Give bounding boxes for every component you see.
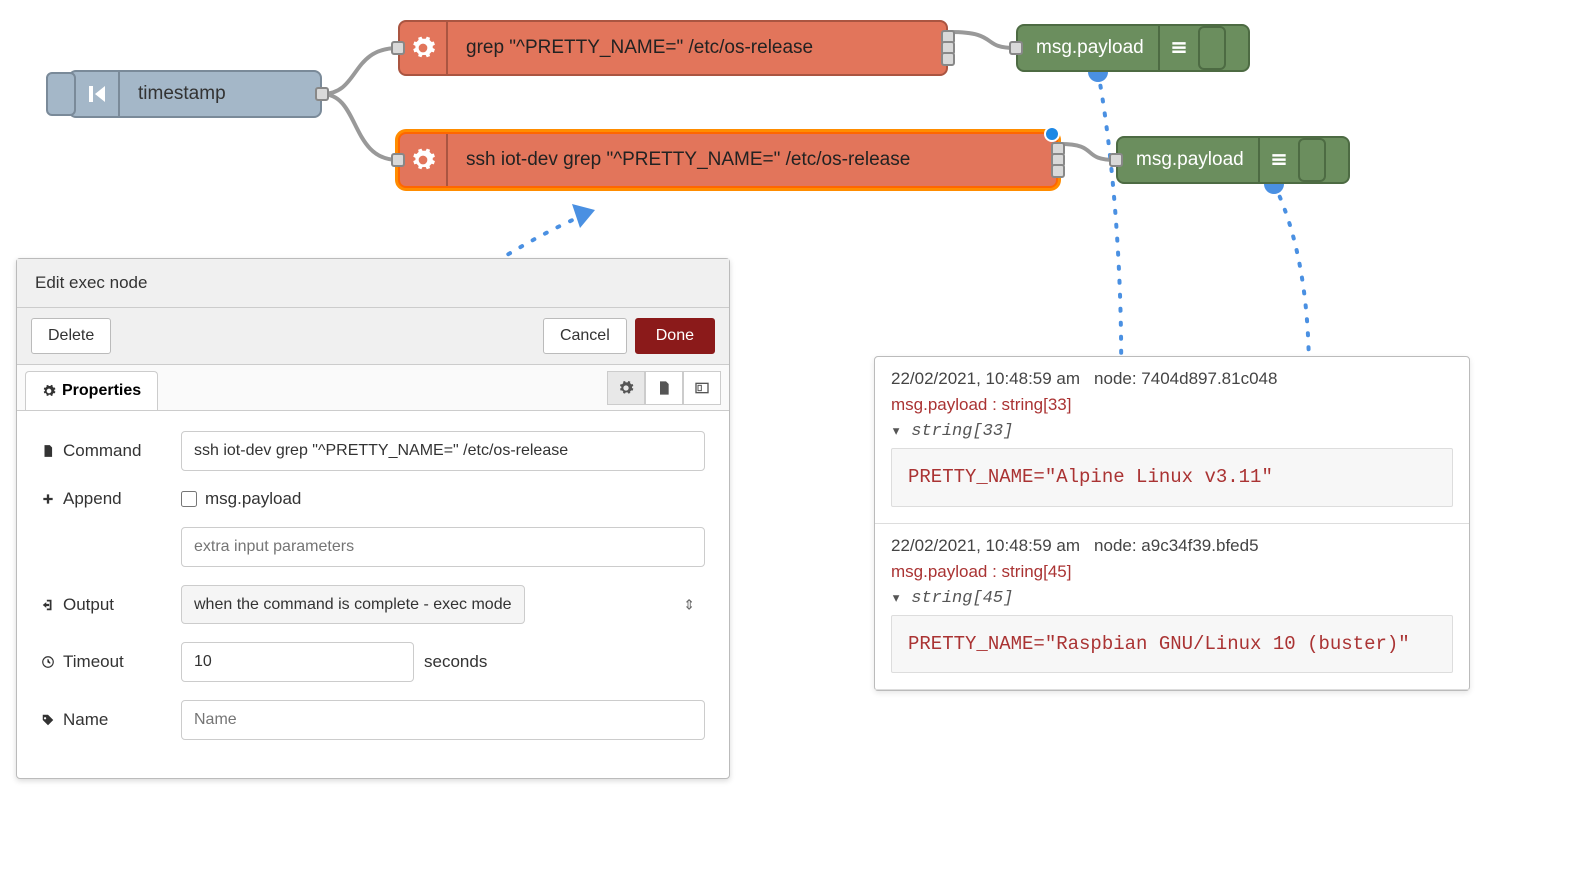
debug-node-2[interactable]: msg.payload xyxy=(1116,136,1350,184)
port-out-3[interactable] xyxy=(941,52,955,66)
debug-list-icon xyxy=(1158,26,1198,70)
debug-node-1[interactable]: msg.payload xyxy=(1016,24,1250,72)
debug-timestamp: 22/02/2021, 10:48:59 am xyxy=(891,536,1080,556)
inject-node[interactable]: timestamp xyxy=(68,70,322,118)
clock-icon xyxy=(41,655,55,669)
debug-toggle-button[interactable] xyxy=(1298,138,1326,182)
debug-sidebar: 22/02/2021, 10:48:59 am node: 7404d897.8… xyxy=(874,356,1470,691)
cancel-button[interactable]: Cancel xyxy=(543,318,627,354)
port-in[interactable] xyxy=(391,153,405,167)
exec-label: grep "^PRETTY_NAME=" /etc/os-release xyxy=(448,37,831,59)
timeout-input[interactable] xyxy=(181,642,414,682)
flow-canvas[interactable]: timestamp grep "^PRETTY_NAME=" /etc/os-r… xyxy=(0,0,1578,894)
debug-value: PRETTY_NAME="Raspbian GNU/Linux 10 (bust… xyxy=(891,615,1453,674)
port-in[interactable] xyxy=(1009,41,1023,55)
file-icon xyxy=(41,444,55,458)
debug-list-icon xyxy=(1258,138,1298,182)
extra-params-input[interactable] xyxy=(181,527,705,567)
gear-icon xyxy=(400,22,448,74)
signout-icon xyxy=(41,598,55,612)
debug-topic: msg.payload : string[33] xyxy=(891,395,1453,415)
debug-node-id: node: 7404d897.81c048 xyxy=(1094,369,1277,389)
port-out[interactable] xyxy=(315,87,329,101)
done-button[interactable]: Done xyxy=(635,318,715,354)
timeout-label: Timeout xyxy=(63,652,124,672)
node-changed-indicator xyxy=(1044,126,1060,142)
exec-label: ssh iot-dev grep "^PRETTY_NAME=" /etc/os… xyxy=(448,149,928,171)
tag-icon xyxy=(41,713,55,727)
tab-properties-label: Properties xyxy=(62,382,141,400)
debug-topic: msg.payload : string[45] xyxy=(891,562,1453,582)
tab-icon-description[interactable] xyxy=(645,371,683,405)
tab-icon-appearance[interactable] xyxy=(683,371,721,405)
editor-tab-bar: Properties xyxy=(17,365,729,411)
inject-label: timestamp xyxy=(120,83,244,105)
exec-node-1[interactable]: grep "^PRETTY_NAME=" /etc/os-release xyxy=(398,20,948,76)
delete-button[interactable]: Delete xyxy=(31,318,111,354)
debug-label: msg.payload xyxy=(1118,149,1258,171)
tab-properties[interactable]: Properties xyxy=(25,371,158,410)
editor-actions: Delete Cancel Done xyxy=(17,308,729,365)
command-input[interactable] xyxy=(181,431,705,471)
append-checkbox[interactable] xyxy=(181,491,197,507)
editor-form: Command Append msg.payload Output when t… xyxy=(17,411,729,778)
debug-message[interactable]: 22/02/2021, 10:48:59 am node: a9c34f39.b… xyxy=(875,524,1469,691)
port-in[interactable] xyxy=(1109,153,1123,167)
inject-trigger-button[interactable] xyxy=(46,72,76,116)
node-editor-panel: Edit exec node Delete Cancel Done Proper… xyxy=(16,258,730,779)
name-input[interactable] xyxy=(181,700,705,740)
debug-message[interactable]: 22/02/2021, 10:48:59 am node: 7404d897.8… xyxy=(875,357,1469,524)
debug-type-toggle[interactable]: string[45] xyxy=(891,588,1453,609)
debug-type-toggle[interactable]: string[33] xyxy=(891,421,1453,442)
editor-title: Edit exec node xyxy=(17,259,729,308)
name-label: Name xyxy=(63,710,108,730)
tab-icon-settings[interactable] xyxy=(607,371,645,405)
debug-node-id: node: a9c34f39.bfed5 xyxy=(1094,536,1258,556)
exec-node-2[interactable]: ssh iot-dev grep "^PRETTY_NAME=" /etc/os… xyxy=(398,132,1058,188)
debug-timestamp: 22/02/2021, 10:48:59 am xyxy=(891,369,1080,389)
timeout-suffix: seconds xyxy=(424,652,487,672)
port-in[interactable] xyxy=(391,41,405,55)
command-label: Command xyxy=(63,441,141,461)
gear-icon xyxy=(42,384,56,398)
debug-label: msg.payload xyxy=(1018,37,1158,59)
gear-icon xyxy=(400,134,448,186)
port-out-3[interactable] xyxy=(1051,164,1065,178)
output-label: Output xyxy=(63,595,114,615)
append-label: Append xyxy=(63,489,122,509)
append-checkbox-label: msg.payload xyxy=(205,489,301,509)
debug-toggle-button[interactable] xyxy=(1198,26,1226,70)
debug-value: PRETTY_NAME="Alpine Linux v3.11" xyxy=(891,448,1453,507)
inject-arrow-icon xyxy=(76,72,120,116)
plus-icon xyxy=(41,492,55,506)
output-select[interactable]: when the command is complete - exec mode xyxy=(181,585,525,624)
